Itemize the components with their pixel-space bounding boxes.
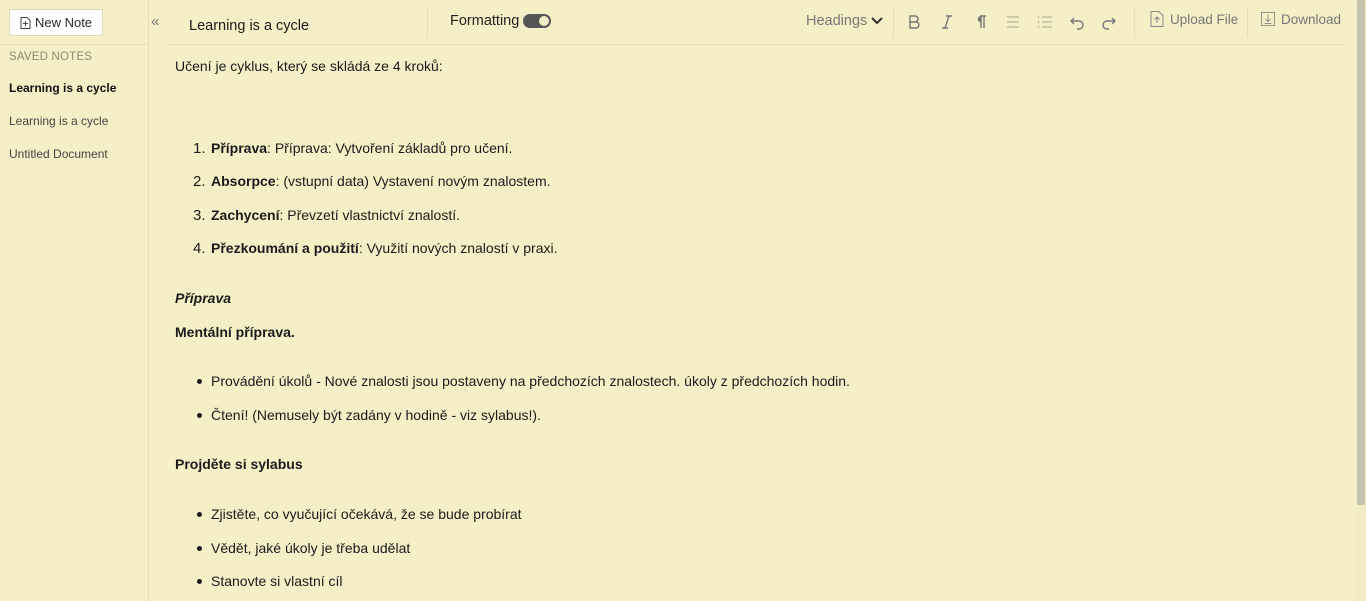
bullet-icon <box>197 546 202 551</box>
upload-icon <box>1150 11 1164 27</box>
toolbar-divider <box>1247 8 1248 38</box>
bullet-icon <box>197 379 202 384</box>
step-term: Absorpce <box>211 173 276 189</box>
scrollbar-track[interactable] <box>1356 0 1366 601</box>
formatting-toggle[interactable] <box>523 14 551 28</box>
step-description: : (vstupní data) Vystavení novým znalost… <box>275 173 551 189</box>
download-button[interactable]: Download <box>1261 11 1341 27</box>
scrollbar-thumb[interactable] <box>1357 0 1365 505</box>
saved-note-item[interactable]: Learning is a cycle <box>9 81 116 95</box>
toolbar-divider <box>427 8 428 38</box>
step-description: : Příprava: Vytvoření základů pro učení. <box>267 140 513 156</box>
bullet-list-item: Stanovte si vlastní cíl <box>197 573 343 589</box>
bold-icon[interactable] <box>904 12 924 32</box>
bullet-text: Stanovte si vlastní cíl <box>211 573 343 589</box>
bullet-list-item: Čtení! (Nemusely být zadány v hodině - v… <box>197 407 541 423</box>
numbered-list-item: 1. Příprava: Příprava: Vytvoření základů… <box>193 140 513 157</box>
upload-file-button[interactable]: Upload File <box>1150 11 1238 27</box>
sidebar-divider <box>0 44 149 45</box>
download-label: Download <box>1281 11 1342 27</box>
step-term: Zachycení <box>211 207 280 223</box>
bullet-icon <box>197 512 202 517</box>
list-number: 3. <box>193 207 206 224</box>
bullet-list-item: Zjistěte, co vyučující očekává, že se bu… <box>197 506 522 522</box>
paragraph-icon[interactable] <box>970 12 990 32</box>
toolbar: Learning is a cycle Formatting Headings … <box>170 0 1346 45</box>
headings-label: Headings <box>806 13 868 29</box>
bullet-icon <box>197 413 202 418</box>
step-description: : Využití nových znalostí v praxi. <box>358 240 558 256</box>
sidebar: New Note SAVED NOTES Learning is a cycle… <box>0 0 149 601</box>
numbered-list-item: 4. Přezkoumání a použití: Využití nových… <box>193 240 558 257</box>
saved-notes-title: SAVED NOTES <box>9 51 93 63</box>
bullet-list-item: Provádění úkolů - Nové znalosti jsou pos… <box>197 373 850 389</box>
headings-dropdown[interactable]: Headings <box>806 13 883 29</box>
new-note-button[interactable]: New Note <box>9 9 103 36</box>
subheading: Projděte si sylabus <box>175 456 303 472</box>
upload-file-label: Upload File <box>1170 11 1239 27</box>
new-note-icon <box>20 16 31 29</box>
download-icon <box>1261 12 1275 26</box>
italic-icon[interactable] <box>937 12 957 32</box>
step-description: : Převzetí vlastnictví znalostí. <box>279 207 460 223</box>
collapse-sidebar-button[interactable]: « <box>151 13 159 30</box>
toolbar-divider <box>1134 8 1135 38</box>
bullet-text: Zjistěte, co vyučující očekává, že se bu… <box>211 506 522 522</box>
list-number: 1. <box>193 140 206 157</box>
toolbar-divider <box>893 8 894 38</box>
bullet-text: Provádění úkolů - Nové znalosti jsou pos… <box>211 373 850 389</box>
document-title[interactable]: Learning is a cycle <box>189 18 309 34</box>
saved-note-item[interactable]: Learning is a cycle <box>9 114 108 128</box>
numbered-list-icon[interactable] <box>1035 12 1055 32</box>
list-number: 2. <box>193 173 206 190</box>
numbered-list-item: 2. Absorpce: (vstupní data) Vystavení no… <box>193 173 551 190</box>
intro-paragraph: Učení je cyklus, který se skládá ze 4 kr… <box>175 58 443 74</box>
bullet-text: Čtení! (Nemusely být zadány v hodině - v… <box>211 407 541 423</box>
formatting-label: Formatting <box>450 13 520 29</box>
section-heading: Příprava <box>175 290 232 306</box>
chevron-down-icon <box>871 17 883 25</box>
step-term: Příprava <box>211 140 268 156</box>
saved-note-item[interactable]: Untitled Document <box>9 147 108 161</box>
list-number: 4. <box>193 240 206 257</box>
numbered-list-item: 3. Zachycení: Převzetí vlastnictví znalo… <box>193 207 460 224</box>
subheading: Mentální příprava. <box>175 324 295 340</box>
bullet-list-icon[interactable] <box>1003 12 1023 32</box>
bullet-list-item: Vědět, jaké úkoly je třeba udělat <box>197 540 411 556</box>
bullet-text: Vědět, jaké úkoly je třeba udělat <box>211 540 411 556</box>
redo-icon[interactable] <box>1099 12 1119 32</box>
undo-icon[interactable] <box>1067 12 1087 32</box>
bullet-icon <box>197 579 202 584</box>
step-term: Přezkoumání a použití <box>211 240 359 256</box>
new-note-label: New Note <box>34 15 93 30</box>
